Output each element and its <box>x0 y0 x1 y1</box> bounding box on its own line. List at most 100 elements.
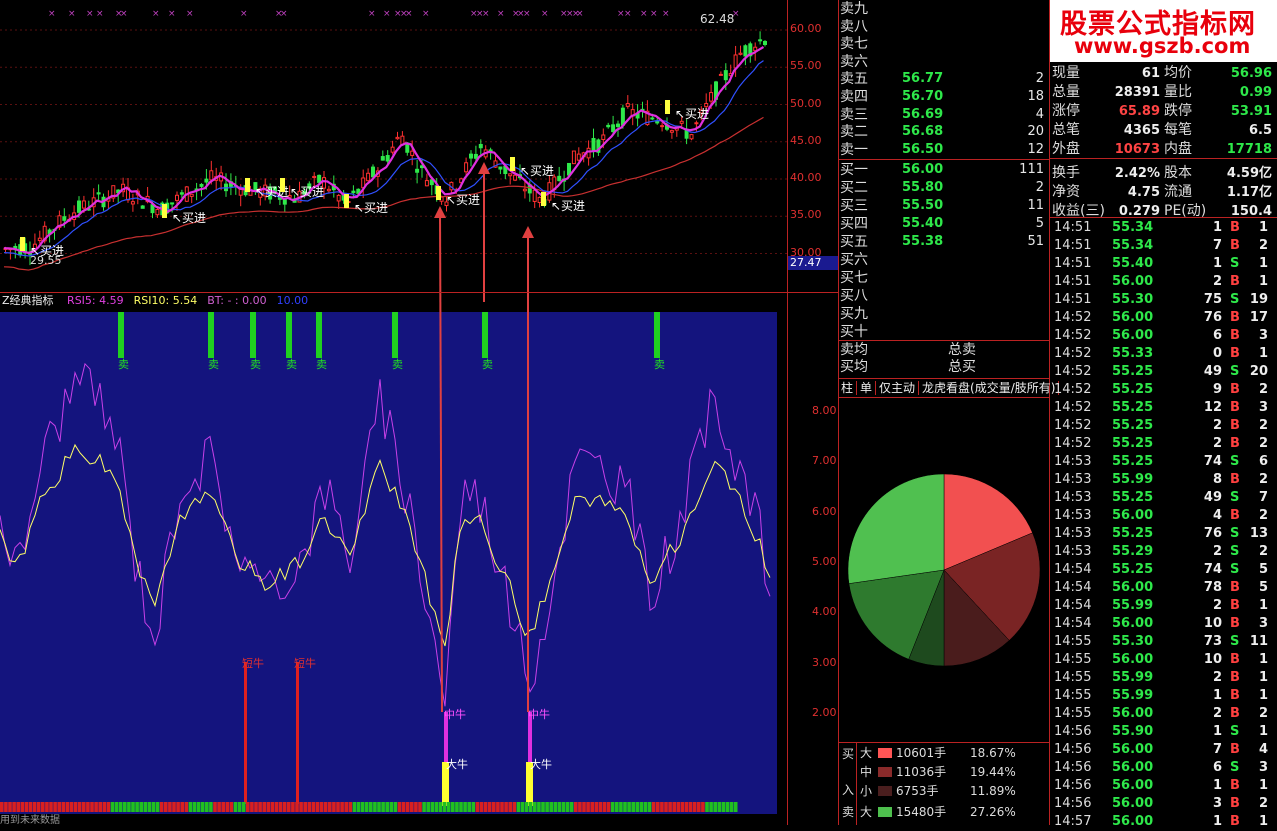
order-book-row[interactable]: 卖三 56.69 4 <box>840 106 1048 124</box>
tick-row[interactable]: 14:54 56.00 78 B 5 <box>1052 579 1276 597</box>
tick-row[interactable]: 14:52 55.33 0 B 1 <box>1052 345 1276 363</box>
sell-signal-label[interactable]: 卖 <box>250 358 261 371</box>
top-marker: × <box>152 9 160 19</box>
tick-row[interactable]: 14:52 55.25 2 B 2 <box>1052 417 1276 435</box>
order-level-label: 卖九 <box>840 1 868 17</box>
order-book-row[interactable]: 买二 55.80 2 <box>840 179 1048 197</box>
tick-row[interactable]: 14:55 55.99 1 B 1 <box>1052 687 1276 705</box>
tick-row[interactable]: 14:57 56.00 1 B 1 <box>1052 813 1276 831</box>
tick-row[interactable]: 14:54 55.99 2 B 1 <box>1052 597 1276 615</box>
tick-price: 56.00 <box>1112 742 1154 757</box>
order-book-tab[interactable]: 单 <box>857 381 877 395</box>
tick-row[interactable]: 14:55 55.99 2 B 1 <box>1052 669 1276 687</box>
order-book-row[interactable]: 卖八 <box>840 18 1048 36</box>
stat-row: 总量 28391 量比 0.99 <box>1052 83 1276 102</box>
trend-cell <box>246 802 250 812</box>
sell-signal-label[interactable]: 卖 <box>654 358 665 371</box>
tick-row[interactable]: 14:53 55.25 74 S 6 <box>1052 453 1276 471</box>
buy-signal-label[interactable]: ↖买进 <box>290 185 324 199</box>
order-book-row[interactable]: 买九 <box>840 305 1048 323</box>
short-bull-label[interactable]: 短牛 <box>242 656 264 670</box>
tick-row[interactable]: 14:52 56.00 6 B 3 <box>1052 327 1276 345</box>
order-book-row[interactable]: 卖七 <box>840 35 1048 53</box>
pie-slice[interactable] <box>847 473 945 584</box>
order-book-row[interactable]: 卖一 56.50 12 <box>840 141 1048 159</box>
tick-row[interactable]: 14:55 56.00 2 B 2 <box>1052 705 1276 723</box>
tick-row[interactable]: 14:52 55.25 2 B 2 <box>1052 435 1276 453</box>
buy-signal-label[interactable]: ↖买进 <box>172 211 206 225</box>
tick-row[interactable]: 14:52 55.25 49 S 20 <box>1052 363 1276 381</box>
buy-signal-label[interactable]: ↖买进 <box>446 193 480 207</box>
order-book-row[interactable]: 卖四 56.70 18 <box>840 88 1048 106</box>
tick-row[interactable]: 14:55 56.00 10 B 1 <box>1052 651 1276 669</box>
indicator-header: Z经典指标 RSI5: 4.59 RSI10: 5.54 BT: - : 0.00 1… <box>0 292 787 310</box>
big-bull-label[interactable]: 大牛 <box>446 757 468 771</box>
indicator-panel[interactable]: 卖 卖 卖 卖 卖 卖 卖 卖 短牛 短牛中牛大牛 中牛大牛 <box>0 312 777 814</box>
order-book-row[interactable]: 买四 55.40 5 <box>840 215 1048 233</box>
tick-row[interactable]: 14:54 55.25 74 S 5 <box>1052 561 1276 579</box>
order-book-row[interactable]: 买十 <box>840 323 1048 341</box>
buy-signal-label[interactable]: ↖买进 <box>551 199 585 213</box>
order-price: 56.50 <box>902 141 944 157</box>
order-book-row[interactable]: 卖九 <box>840 0 1048 18</box>
sell-signal-label[interactable]: 卖 <box>316 358 327 371</box>
tick-row[interactable]: 14:56 56.00 6 S 3 <box>1052 759 1276 777</box>
buy-signal-label[interactable]: ↖买进 <box>675 107 709 121</box>
mid-bull-label[interactable]: 中牛 <box>528 707 550 721</box>
tick-row[interactable]: 14:53 56.00 4 B 2 <box>1052 507 1276 525</box>
tick-row[interactable]: 14:51 55.40 1 S 1 <box>1052 255 1276 273</box>
tick-row[interactable]: 14:55 55.30 73 S 11 <box>1052 633 1276 651</box>
candle-body <box>601 134 606 141</box>
order-book-tab[interactable]: 柱 <box>838 381 858 395</box>
tick-row[interactable]: 14:51 56.00 2 B 1 <box>1052 273 1276 291</box>
tick-price: 56.00 <box>1112 508 1154 523</box>
order-book-tab[interactable]: 仅主动 <box>876 381 920 395</box>
sell-signal-label[interactable]: 卖 <box>118 358 129 371</box>
tick-row[interactable]: 14:56 56.00 3 B 2 <box>1052 795 1276 813</box>
tick-row[interactable]: 14:56 56.00 1 B 1 <box>1052 777 1276 795</box>
order-book-row[interactable]: 买八 <box>840 287 1048 305</box>
tick-time: 14:52 <box>1054 328 1092 343</box>
tick-price: 55.30 <box>1112 634 1154 649</box>
order-book-row[interactable]: 买五 55.38 51 <box>840 233 1048 251</box>
buy-signal-label[interactable]: ↖买进 <box>354 201 388 215</box>
tick-row[interactable]: 14:56 55.90 1 S 1 <box>1052 723 1276 741</box>
order-book-tab[interactable]: 龙虎看盘(成交量/肢所有) <box>919 381 1060 395</box>
order-book-row[interactable]: 卖五 56.77 2 <box>840 70 1048 88</box>
tick-row[interactable]: 14:56 56.00 7 B 4 <box>1052 741 1276 759</box>
sell-signal-label[interactable]: 卖 <box>392 358 403 371</box>
tick-row[interactable]: 14:53 55.29 2 S 2 <box>1052 543 1276 561</box>
order-book-row[interactable]: 卖二 56.68 20 <box>840 123 1048 141</box>
tick-row[interactable]: 14:51 55.34 7 B 2 <box>1052 237 1276 255</box>
tick-row[interactable]: 14:54 56.00 10 B 3 <box>1052 615 1276 633</box>
order-book-row[interactable]: 买六 <box>840 251 1048 269</box>
tick-time: 14:54 <box>1054 580 1092 595</box>
sell-signal-label[interactable]: 卖 <box>208 358 219 371</box>
order-book-row[interactable]: 买七 <box>840 269 1048 287</box>
main-chart[interactable]: × × × × × × × × × × × × × × × × × × × × × × × × × × × × × × × × × × × × ↖买进… <box>0 0 787 293</box>
tick-row[interactable]: 14:53 55.25 76 S 13 <box>1052 525 1276 543</box>
candle-body <box>513 174 518 181</box>
order-book-row[interactable]: 买三 55.50 11 <box>840 197 1048 215</box>
tick-row[interactable]: 14:52 56.00 76 B 17 <box>1052 309 1276 327</box>
sell-signal-label[interactable]: 卖 <box>482 358 493 371</box>
buy-signal-label[interactable]: ↖买进 <box>520 164 554 178</box>
tick-row[interactable]: 14:52 55.25 9 B 2 <box>1052 381 1276 399</box>
order-book-row[interactable]: 买一 56.00 111 <box>840 161 1048 179</box>
candle-body <box>326 188 331 192</box>
sell-signal-label[interactable]: 卖 <box>286 358 297 371</box>
tick-row[interactable]: 14:53 55.99 8 B 2 <box>1052 471 1276 489</box>
candle-body <box>498 166 503 170</box>
indicator-title[interactable]: Z经典指标 <box>2 294 54 307</box>
tick-row[interactable]: 14:53 55.25 49 S 7 <box>1052 489 1276 507</box>
mid-bull-label[interactable]: 中牛 <box>444 707 466 721</box>
tick-row[interactable]: 14:52 55.25 12 B 3 <box>1052 399 1276 417</box>
trend-cell <box>229 802 234 812</box>
tick-count: 1 <box>1258 256 1268 271</box>
tick-row[interactable]: 14:51 55.34 1 B 1 <box>1052 219 1276 237</box>
money-flow-pie[interactable] <box>838 460 1050 680</box>
big-bull-label[interactable]: 大牛 <box>530 757 552 771</box>
order-book-row[interactable]: 卖六 <box>840 53 1048 71</box>
short-bull-label[interactable]: 短牛 <box>294 656 316 670</box>
tick-row[interactable]: 14:51 55.30 75 S 19 <box>1052 291 1276 309</box>
